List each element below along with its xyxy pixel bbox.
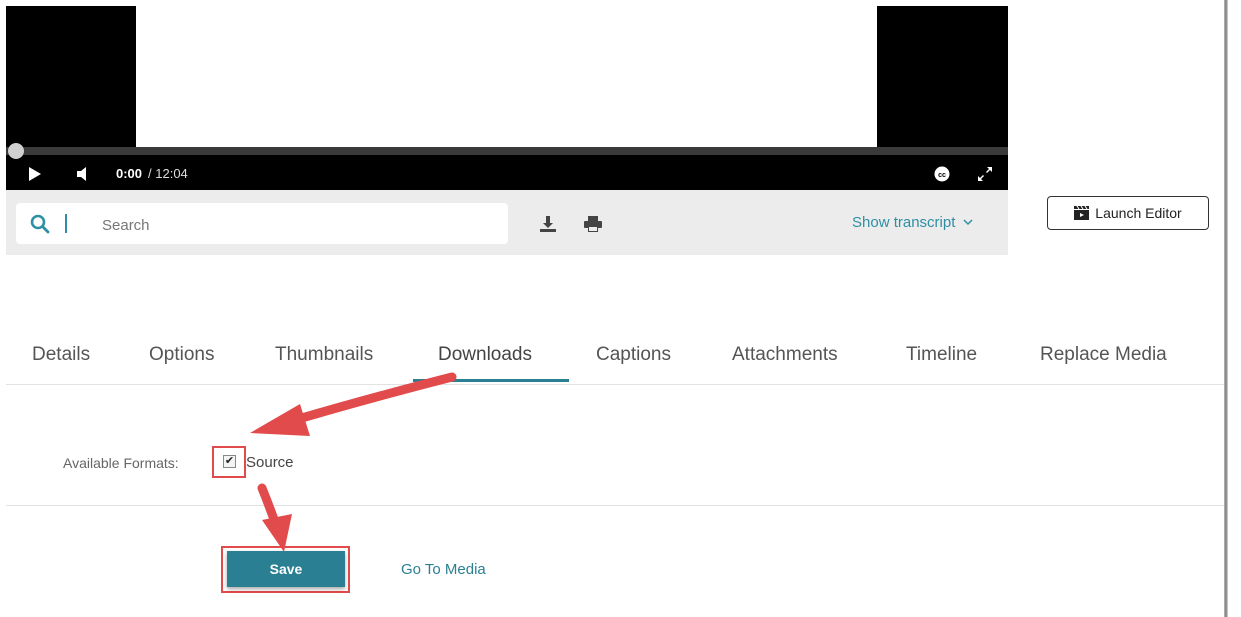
save-button[interactable]: Save [227, 551, 345, 587]
player-controls: 0:00 / 12:04 cc [6, 157, 1008, 190]
tab-details[interactable]: Details [32, 344, 90, 366]
download-icon[interactable] [539, 215, 557, 233]
active-tab-indicator [413, 379, 569, 382]
go-to-media-link[interactable]: Go To Media [401, 561, 486, 578]
progress-bar[interactable] [6, 147, 1008, 155]
clapperboard-icon [1074, 206, 1090, 220]
duration: / 12:04 [148, 166, 188, 181]
source-label: Source [246, 454, 294, 471]
tab-options[interactable]: Options [149, 344, 214, 366]
video-player[interactable]: 0:00 / 12:04 cc [6, 6, 1008, 190]
search-input[interactable] [100, 211, 484, 239]
arrow-to-save [257, 483, 292, 552]
transcript-search-bar: Show transcript [6, 190, 1008, 255]
chevron-down-icon [963, 219, 973, 226]
time-display: 0:00 / 12:04 [116, 166, 188, 181]
play-icon[interactable] [24, 157, 46, 190]
search-icon [30, 214, 50, 234]
fullscreen-icon[interactable] [972, 157, 998, 190]
show-transcript-label: Show transcript [852, 214, 956, 231]
video-frame[interactable] [136, 6, 877, 147]
section-divider [6, 505, 1224, 506]
closed-captions-icon[interactable]: cc [931, 157, 953, 190]
tab-timeline[interactable]: Timeline [906, 344, 977, 366]
launch-editor-button[interactable]: Launch Editor [1047, 196, 1209, 230]
search-box[interactable] [16, 203, 508, 244]
tab-attachments[interactable]: Attachments [732, 344, 838, 366]
tab-thumbnails[interactable]: Thumbnails [275, 344, 373, 366]
volume-icon[interactable] [72, 157, 92, 190]
svg-text:cc: cc [938, 172, 946, 179]
tab-replace-media[interactable]: Replace Media [1040, 344, 1167, 366]
source-checkbox[interactable]: ✔ [223, 455, 236, 468]
tab-downloads[interactable]: Downloads [438, 344, 532, 366]
tab-captions[interactable]: Captions [596, 344, 671, 366]
search-divider [65, 214, 67, 233]
available-formats-label: Available Formats: [63, 455, 179, 471]
show-transcript-toggle[interactable]: Show transcript [852, 214, 973, 231]
page-edge-shadow [1224, 0, 1228, 617]
print-icon[interactable] [584, 216, 602, 232]
media-tabs: Details Options Thumbnails Downloads Cap… [6, 338, 1224, 385]
launch-editor-label: Launch Editor [1095, 205, 1182, 221]
arrow-to-checkbox [250, 372, 457, 436]
current-time: 0:00 [116, 166, 143, 181]
